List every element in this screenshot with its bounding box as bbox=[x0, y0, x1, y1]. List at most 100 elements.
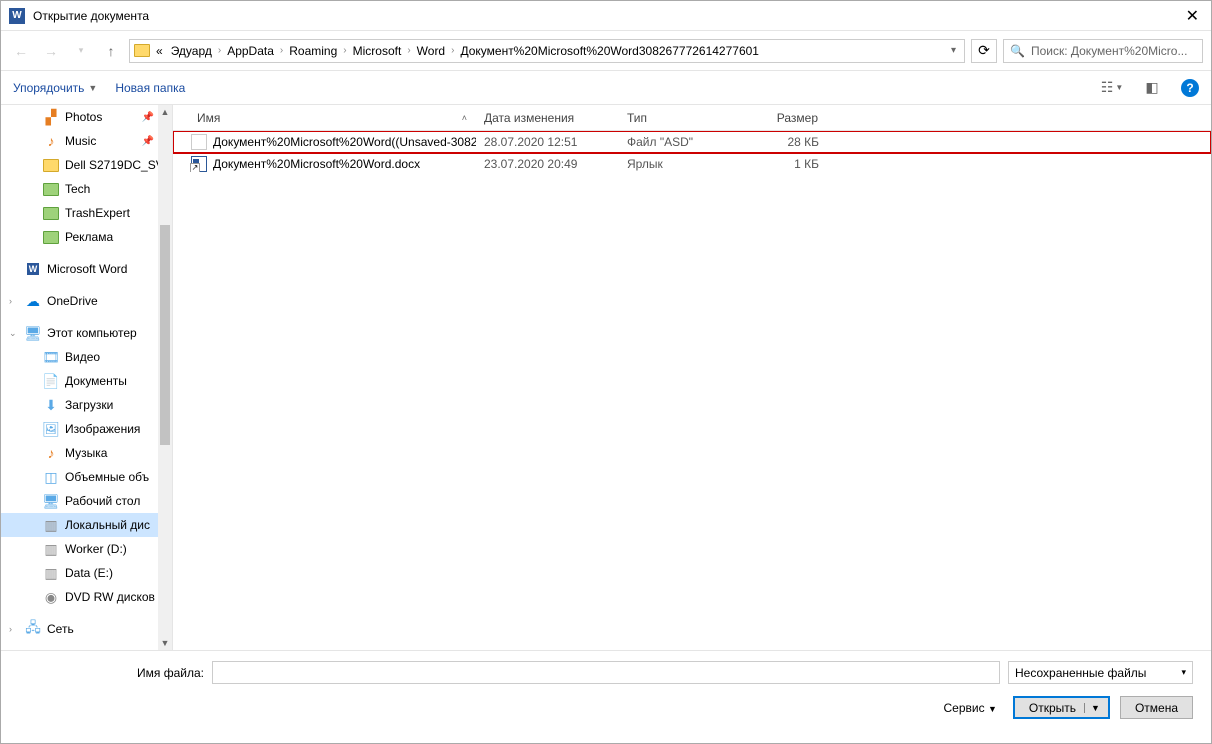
filename-input[interactable] bbox=[212, 661, 1000, 684]
folder-icon bbox=[43, 157, 59, 173]
drive-icon: ▥ bbox=[43, 517, 59, 533]
sidebar-item[interactable]: ▞Photos📌 bbox=[1, 105, 172, 129]
sidebar-item[interactable]: ♪Music📌 bbox=[1, 129, 172, 153]
up-button[interactable]: ↑ bbox=[99, 39, 123, 63]
column-headers: Имя˄ Дата изменения Тип Размер bbox=[173, 105, 1211, 131]
breadcrumb[interactable]: Roaming bbox=[287, 44, 339, 58]
sidebar-item-label: Сеть bbox=[47, 622, 74, 636]
file-row[interactable]: Документ%20Microsoft%20Word((Unsaved-308… bbox=[173, 131, 1211, 153]
sidebar-item[interactable]: ♪Музыка bbox=[1, 441, 172, 465]
file-name: Документ%20Microsoft%20Word.docx bbox=[213, 157, 420, 171]
search-input[interactable]: 🔍 Поиск: Документ%20Micro... bbox=[1003, 39, 1203, 63]
breadcrumb[interactable]: Эдуард bbox=[169, 44, 214, 58]
scroll-down-button[interactable]: ▼ bbox=[158, 636, 172, 650]
preview-pane-button[interactable]: ◧ bbox=[1141, 77, 1163, 99]
cloud-icon: ☁ bbox=[25, 293, 41, 309]
sidebar-item[interactable]: ◫Объемные объ bbox=[1, 465, 172, 489]
sidebar-item-word[interactable]: WMicrosoft Word bbox=[1, 257, 172, 281]
column-size[interactable]: Размер bbox=[739, 105, 827, 130]
folder-green-icon bbox=[43, 229, 59, 245]
sidebar-item-label: Dell S2719DC_SV bbox=[65, 158, 164, 172]
sidebar-item-label: DVD RW дисков bbox=[65, 590, 155, 604]
address-bar[interactable]: « Эдуард› AppData› Roaming› Microsoft› W… bbox=[129, 39, 965, 63]
video-icon: 🎞 bbox=[43, 349, 59, 365]
music-icon: ♪ bbox=[43, 445, 59, 461]
folder-icon bbox=[134, 44, 150, 57]
sidebar-item-label: Photos bbox=[65, 110, 102, 124]
breadcrumb[interactable]: AppData bbox=[225, 44, 276, 58]
folder-green-icon bbox=[43, 205, 59, 221]
pin-icon: 📌 bbox=[142, 136, 154, 147]
cancel-button[interactable]: Отмена bbox=[1120, 696, 1193, 719]
file-list: Документ%20Microsoft%20Word((Unsaved-308… bbox=[173, 131, 1211, 650]
pin-icon: 📌 bbox=[142, 112, 154, 123]
scroll-up-button[interactable]: ▲ bbox=[158, 105, 172, 119]
open-split-dropdown[interactable]: ▼ bbox=[1084, 703, 1100, 713]
sidebar-item-label: Видео bbox=[65, 350, 100, 364]
back-button[interactable]: ← bbox=[9, 39, 33, 63]
sidebar-item[interactable]: Реклама bbox=[1, 225, 172, 249]
file-date: 23.07.2020 20:49 bbox=[476, 157, 619, 171]
open-button[interactable]: Открыть▼ bbox=[1013, 696, 1110, 719]
sidebar-item-label: Изображения bbox=[65, 422, 140, 436]
file-icon bbox=[191, 156, 207, 172]
chevron-right-icon: › bbox=[407, 45, 410, 56]
sidebar-item-thispc[interactable]: ⌄🖥Этот компьютер bbox=[1, 321, 172, 345]
crumb-prefix: « bbox=[154, 44, 165, 58]
file-type: Файл "ASD" bbox=[619, 135, 739, 149]
column-type[interactable]: Тип bbox=[619, 105, 739, 130]
sidebar-item-label: Data (E:) bbox=[65, 566, 113, 580]
sidebar-item-label: Объемные объ bbox=[65, 470, 149, 484]
column-date[interactable]: Дата изменения bbox=[476, 105, 619, 130]
sidebar-item-label: Microsoft Word bbox=[47, 262, 127, 276]
new-folder-button[interactable]: Новая папка bbox=[115, 81, 185, 95]
scrollbar[interactable]: ▲ ▼ bbox=[158, 105, 172, 650]
refresh-button[interactable]: ⟳ bbox=[971, 39, 997, 63]
sidebar-item[interactable]: ▥Worker (D:) bbox=[1, 537, 172, 561]
sidebar-item-label: Рабочий стол bbox=[65, 494, 140, 508]
scrollbar-thumb[interactable] bbox=[160, 225, 170, 445]
sidebar-item[interactable]: ⬇Загрузки bbox=[1, 393, 172, 417]
file-row[interactable]: Документ%20Microsoft%20Word.docx 23.07.2… bbox=[173, 153, 1211, 175]
view-options-button[interactable]: ☷▼ bbox=[1101, 77, 1123, 99]
sidebar-item[interactable]: Dell S2719DC_SV bbox=[1, 153, 172, 177]
desktop-icon: 🖥 bbox=[43, 493, 59, 509]
nav-bar: ← → ▾ ↑ « Эдуард› AppData› Roaming› Micr… bbox=[1, 31, 1211, 71]
sidebar-item-onedrive[interactable]: ›☁OneDrive bbox=[1, 289, 172, 313]
expand-icon: › bbox=[9, 624, 12, 634]
search-placeholder: Поиск: Документ%20Micro... bbox=[1031, 44, 1188, 58]
address-dropdown[interactable]: ▾ bbox=[947, 45, 960, 56]
breadcrumb[interactable]: Word bbox=[415, 44, 447, 58]
forward-button[interactable]: → bbox=[39, 39, 63, 63]
sidebar-item[interactable]: ▥Локальный дис bbox=[1, 513, 172, 537]
sidebar-item[interactable]: Tech bbox=[1, 177, 172, 201]
sidebar-item-label: Загрузки bbox=[65, 398, 113, 412]
sidebar-item-label: Tech bbox=[65, 182, 90, 196]
recent-dropdown[interactable]: ▾ bbox=[69, 39, 93, 63]
window-title: Открытие документа bbox=[33, 9, 1182, 23]
sidebar-item-network[interactable]: ›🖧Сеть bbox=[1, 617, 172, 641]
sidebar-item-label: Music bbox=[65, 134, 96, 148]
sidebar-item-label: OneDrive bbox=[47, 294, 98, 308]
organize-button[interactable]: Упорядочить▼ bbox=[13, 81, 97, 95]
sidebar-item[interactable]: 🖼 Изображения bbox=[1, 417, 172, 441]
tools-dropdown[interactable]: Сервис ▼ bbox=[944, 701, 997, 715]
file-type-filter[interactable]: Несохраненные файлы▾ bbox=[1008, 661, 1193, 684]
sidebar-item[interactable]: 🎞 Видео bbox=[1, 345, 172, 369]
bottom-panel: Имя файла: Несохраненные файлы▾ Сервис ▼… bbox=[1, 650, 1211, 729]
breadcrumb[interactable]: Microsoft bbox=[351, 44, 404, 58]
close-button[interactable]: ✕ bbox=[1182, 6, 1203, 26]
sidebar-item[interactable]: 📄Документы bbox=[1, 369, 172, 393]
pictures-icon: 🖼 bbox=[43, 421, 59, 437]
column-name[interactable]: Имя˄ bbox=[173, 105, 476, 130]
help-button[interactable]: ? bbox=[1181, 79, 1199, 97]
sidebar-item[interactable]: 🖥 Рабочий стол bbox=[1, 489, 172, 513]
sidebar-item[interactable]: ▥Data (E:) bbox=[1, 561, 172, 585]
chevron-right-icon: › bbox=[218, 45, 221, 56]
sidebar-item-label: Worker (D:) bbox=[65, 542, 127, 556]
file-size: 28 КБ bbox=[739, 135, 827, 149]
file-name: Документ%20Microsoft%20Word((Unsaved-308… bbox=[213, 135, 476, 149]
sidebar-item[interactable]: TrashExpert bbox=[1, 201, 172, 225]
sidebar-item[interactable]: ◉DVD RW дисков bbox=[1, 585, 172, 609]
breadcrumb[interactable]: Документ%20Microsoft%20Word3082677726142… bbox=[458, 44, 761, 58]
